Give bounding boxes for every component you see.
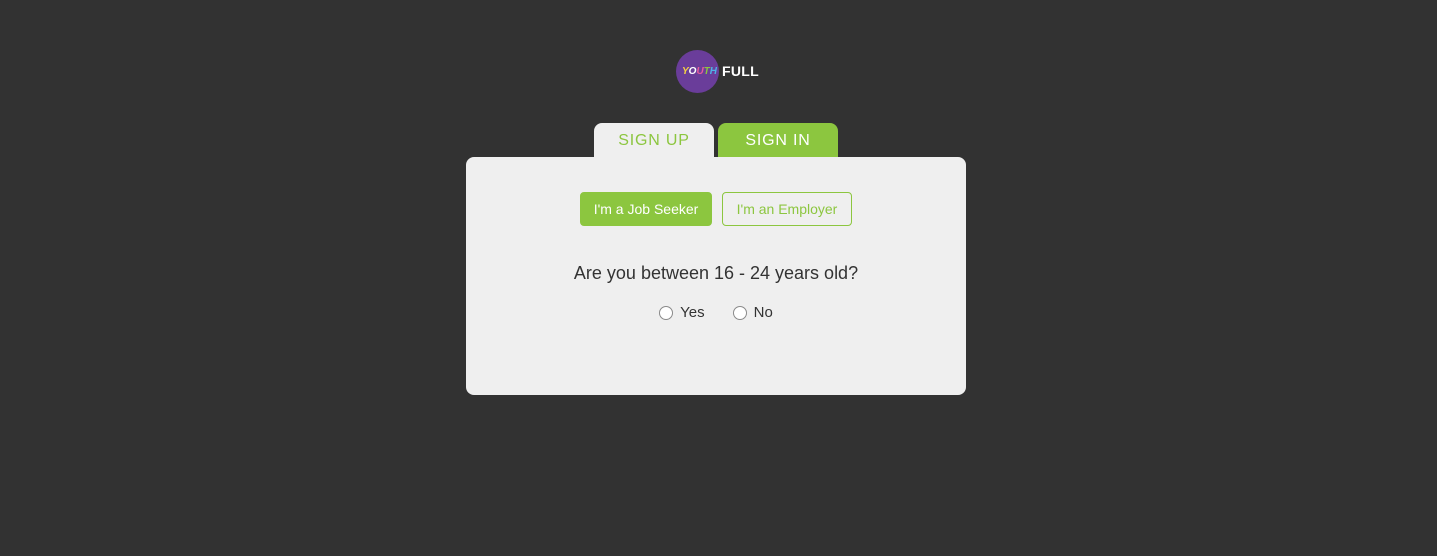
logo-circle: YOUTH: [676, 49, 719, 93]
age-question: Are you between 16 - 24 years old?: [573, 263, 859, 283]
signup-card: I'm a Job Seeker I'm an Employer Are you…: [466, 157, 966, 395]
youthfull-logo[interactable]: YOUTH FULL: [676, 49, 759, 93]
radio-option-no[interactable]: No: [732, 304, 773, 321]
radio-no[interactable]: [732, 305, 747, 320]
tab-sign-in[interactable]: SIGN IN: [718, 123, 838, 157]
logo-mark-text: YOUTH: [681, 65, 718, 77]
employer-button[interactable]: I'm an Employer: [722, 192, 852, 226]
tab-sign-up[interactable]: SIGN UP: [594, 123, 714, 157]
radio-option-yes[interactable]: Yes: [659, 304, 705, 321]
age-radio-group: Yes No: [466, 304, 966, 321]
radio-no-label: No: [753, 304, 773, 321]
radio-yes[interactable]: [659, 305, 674, 320]
logo-wordmark: FULL: [722, 63, 759, 79]
radio-yes-label: Yes: [680, 304, 705, 321]
job-seeker-button[interactable]: I'm a Job Seeker: [580, 192, 712, 226]
